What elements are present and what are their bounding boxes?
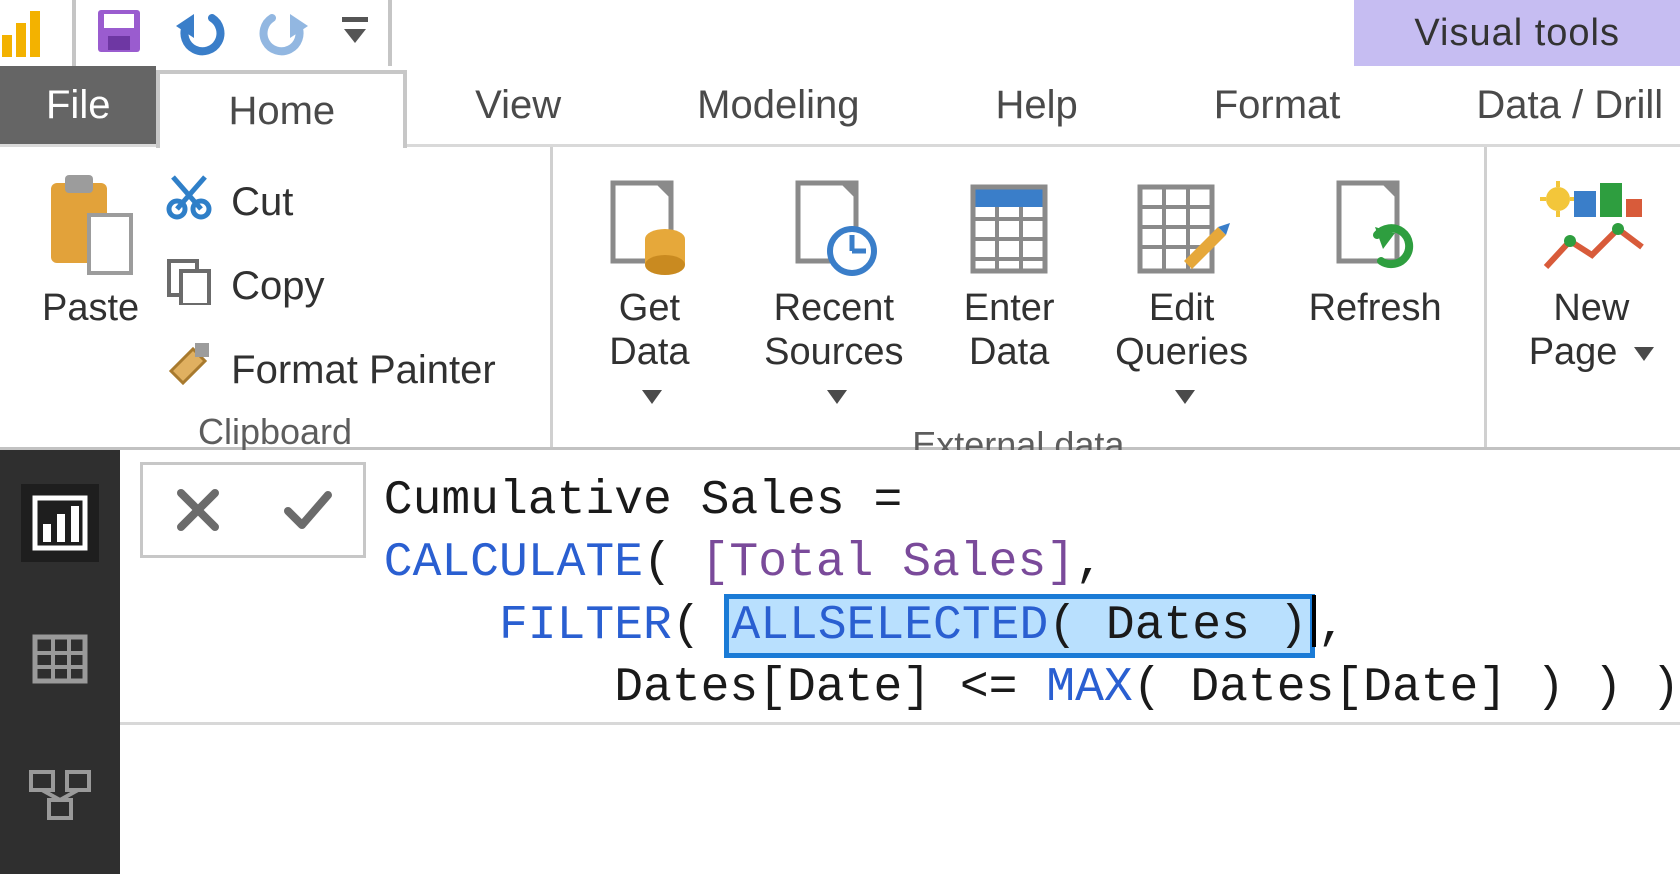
- new-page-icon: [1536, 167, 1646, 277]
- code-line-1: Cumulative Sales =: [384, 474, 931, 528]
- copy-icon: [165, 257, 213, 315]
- get-data-icon: [605, 167, 693, 277]
- ribbon: Paste Cut: [0, 144, 1680, 450]
- enter-data-icon: [967, 167, 1051, 277]
- app-icon: [0, 0, 62, 66]
- format-painter-icon: [165, 341, 213, 399]
- formula-selection: ALLSELECTED( Dates ): [729, 599, 1309, 653]
- report-canvas[interactable]: [120, 725, 1680, 874]
- group-clipboard-title: Clipboard: [20, 405, 530, 453]
- formula-bar[interactable]: Cumulative Sales = CALCULATE( [Total Sal…: [120, 450, 1680, 725]
- copy-button[interactable]: Copy: [161, 251, 500, 321]
- workspace: Cumulative Sales = CALCULATE( [Total Sal…: [0, 450, 1680, 874]
- code-line-4: Dates[Date] <= MAX( Dates[Date] ) ) ): [384, 661, 1680, 715]
- chevron-down-icon: [1175, 390, 1195, 404]
- edit-queries-button[interactable]: Edit Queries: [1081, 157, 1283, 418]
- undo-button[interactable]: [172, 6, 228, 61]
- report-view-button[interactable]: [21, 484, 99, 562]
- formula-controls: [140, 462, 366, 558]
- paste-label: Paste: [42, 287, 139, 331]
- quick-access-toolbar: [72, 0, 392, 66]
- data-view-button[interactable]: [21, 620, 99, 698]
- cut-icon: [165, 173, 213, 231]
- tab-data-drill[interactable]: Data / Drill: [1408, 66, 1680, 144]
- chevron-down-icon: [1634, 347, 1654, 361]
- enter-data-button[interactable]: Enter Data: [942, 157, 1077, 374]
- new-page-label: New Page: [1529, 287, 1630, 373]
- new-page-button[interactable]: New Page: [1507, 157, 1676, 374]
- model-view-button[interactable]: [21, 756, 99, 834]
- tab-modeling[interactable]: Modeling: [629, 66, 927, 144]
- edit-queries-label: Edit Queries: [1115, 287, 1248, 373]
- recent-sources-icon: [790, 167, 878, 277]
- chevron-down-icon: [642, 390, 662, 404]
- contextual-tab-label: Visual tools: [1354, 0, 1680, 66]
- group-insert: New Page: [1487, 147, 1680, 447]
- refresh-icon: [1331, 167, 1419, 277]
- save-button[interactable]: [94, 6, 144, 61]
- tab-format[interactable]: Format: [1146, 66, 1409, 144]
- chevron-down-icon: [827, 390, 847, 404]
- dax-formula-editor[interactable]: Cumulative Sales = CALCULATE( [Total Sal…: [384, 462, 1680, 720]
- view-switcher: [0, 450, 120, 874]
- tab-view[interactable]: View: [407, 66, 629, 144]
- customize-qat-button[interactable]: [340, 11, 370, 56]
- redo-button[interactable]: [256, 6, 312, 61]
- format-painter-label: Format Painter: [231, 348, 496, 393]
- refresh-label: Refresh: [1309, 287, 1442, 331]
- tab-home[interactable]: Home: [156, 70, 407, 148]
- group-external-data: Get Data Recent Sources: [553, 147, 1487, 447]
- tab-file[interactable]: File: [0, 66, 156, 144]
- copy-label: Copy: [231, 264, 324, 309]
- format-painter-button[interactable]: Format Painter: [161, 335, 500, 405]
- cancel-formula-button[interactable]: [143, 465, 253, 555]
- title-bar: Visual tools: [0, 0, 1680, 66]
- text-cursor: [1312, 595, 1316, 647]
- recent-sources-label: Recent Sources: [764, 287, 903, 373]
- recent-sources-button[interactable]: Recent Sources: [730, 157, 938, 418]
- get-data-button[interactable]: Get Data: [573, 157, 726, 418]
- tab-help[interactable]: Help: [927, 66, 1145, 144]
- enter-data-label: Enter Data: [964, 287, 1055, 374]
- code-line-2: CALCULATE( [Total Sales],: [384, 536, 1104, 590]
- edit-queries-icon: [1134, 167, 1230, 277]
- group-clipboard: Paste Cut: [0, 147, 553, 447]
- commit-formula-button[interactable]: [253, 465, 363, 555]
- refresh-button[interactable]: Refresh: [1287, 157, 1464, 331]
- paste-button[interactable]: Paste: [20, 157, 161, 331]
- paste-icon: [45, 167, 137, 277]
- get-data-label: Get Data: [609, 287, 689, 373]
- ribbon-tab-strip: File Home View Modeling Help Format Data…: [0, 66, 1680, 144]
- cut-button[interactable]: Cut: [161, 167, 500, 237]
- cut-label: Cut: [231, 180, 293, 225]
- code-line-3: FILTER( ALLSELECTED( Dates ),: [384, 599, 1347, 653]
